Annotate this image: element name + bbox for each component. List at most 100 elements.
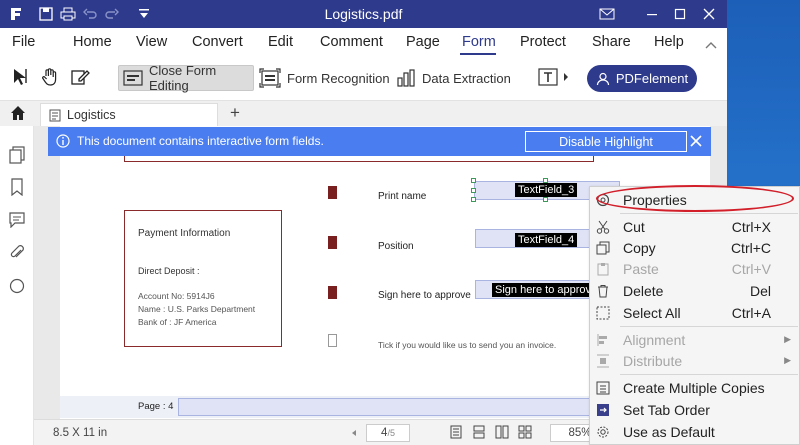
account-name: Name : U.S. Parks Department: [138, 304, 256, 314]
close-banner-icon[interactable]: [687, 132, 705, 150]
resize-handle[interactable]: [471, 197, 476, 202]
info-icon: [56, 134, 70, 148]
form-section-border: [124, 156, 594, 162]
edit-form-icon[interactable]: [68, 65, 92, 89]
menu-form[interactable]: Form: [462, 34, 496, 50]
text-field-icon[interactable]: [536, 65, 560, 89]
hand-tool-icon[interactable]: [38, 65, 62, 89]
attachment-icon[interactable]: [8, 244, 26, 262]
pages-thumbnail-icon[interactable]: [8, 146, 26, 164]
menu-edit[interactable]: Edit: [268, 34, 293, 50]
print-name-label: Print name: [378, 191, 427, 202]
resize-handle[interactable]: [543, 197, 548, 202]
menu-item-copy[interactable]: Copy Ctrl+C: [590, 237, 800, 258]
copies-icon: [595, 380, 611, 396]
menu-item-cut[interactable]: Cut Ctrl+X: [590, 216, 800, 237]
menu-item-distribute[interactable]: Distribute ▶: [590, 350, 800, 371]
menu-item-alignment[interactable]: Alignment ▶: [590, 329, 800, 350]
form-fields-banner: This document contains interactive form …: [48, 127, 711, 156]
close-form-editing-button[interactable]: Close Form Editing: [118, 63, 254, 93]
resize-handle[interactable]: [471, 178, 476, 183]
grid-view-icon[interactable]: [517, 424, 533, 440]
direct-deposit-label: Direct Deposit :: [138, 266, 200, 276]
page-number-label: Page : 4: [138, 401, 174, 412]
alignment-icon: [595, 332, 611, 348]
select-cursor-icon[interactable]: [8, 65, 32, 89]
submenu-arrow-icon: ▶: [784, 355, 791, 365]
minimize-icon[interactable]: [640, 3, 664, 25]
highlight-annotation-oval: [596, 185, 794, 212]
menu-home[interactable]: Home: [73, 34, 112, 50]
search-icon[interactable]: [8, 277, 26, 295]
menu-share[interactable]: Share: [592, 34, 631, 50]
two-page-view-icon[interactable]: [494, 424, 510, 440]
mail-icon[interactable]: [595, 3, 619, 25]
menu-comment[interactable]: Comment: [320, 34, 383, 50]
home-icon[interactable]: [10, 105, 26, 121]
scissors-icon: [595, 219, 611, 235]
data-extraction-icon: [396, 68, 416, 88]
more-tools-icon[interactable]: [561, 65, 571, 89]
resize-handle[interactable]: [471, 188, 476, 193]
trash-icon: [595, 283, 611, 299]
data-extraction-label: Data Extraction: [422, 70, 511, 86]
sign-approve-label: Sign here to approve: [378, 290, 471, 301]
footer-field[interactable]: [178, 398, 598, 416]
pdfelement-label: PDFelement: [615, 71, 689, 86]
single-page-view-icon[interactable]: [448, 424, 464, 440]
form-recognition-label: Form Recognition: [287, 70, 390, 86]
continuous-view-icon[interactable]: [471, 424, 487, 440]
paste-shortcut: Ctrl+V: [731, 260, 771, 277]
menu-convert[interactable]: Convert: [192, 34, 243, 50]
page-navigator: 4/5: [350, 424, 410, 442]
required-marker: [328, 236, 337, 249]
menu-item-use-as-default[interactable]: Use as Default: [590, 421, 800, 442]
menu-page[interactable]: Page: [406, 34, 440, 50]
maximize-icon[interactable]: [668, 3, 692, 25]
position-label: Position: [378, 241, 414, 252]
payment-heading: Payment Information: [138, 228, 231, 239]
previous-page-icon[interactable]: [350, 429, 358, 437]
gear-icon: [595, 424, 611, 440]
form-recognition-button[interactable]: Form Recognition: [259, 65, 390, 91]
required-marker: [328, 186, 337, 199]
current-page-input[interactable]: 4/5: [366, 424, 410, 442]
add-tab-button[interactable]: +: [230, 103, 240, 123]
required-marker: [328, 286, 337, 299]
menu-item-delete[interactable]: Delete Del: [590, 280, 800, 301]
menu-item-paste[interactable]: Paste Ctrl+V: [590, 258, 800, 279]
cut-shortcut: Ctrl+X: [731, 218, 771, 235]
cut-label: Cut: [623, 218, 645, 235]
disable-highlight-button[interactable]: Disable Highlight: [525, 131, 687, 152]
data-extraction-button[interactable]: Data Extraction: [396, 65, 511, 91]
textfield-4-tag: TextField_4: [515, 233, 578, 247]
menu-bar: File Home View Convert Edit Comment Page…: [0, 28, 727, 55]
use-default-label: Use as Default: [623, 423, 715, 440]
bank-name: Bank of : JF America: [138, 317, 217, 327]
menu-protect[interactable]: Protect: [520, 34, 566, 50]
banner-message: This document contains interactive form …: [77, 134, 324, 148]
menu-item-create-multiple-copies[interactable]: Create Multiple Copies: [590, 377, 800, 398]
form-recognition-icon: [259, 68, 281, 88]
tab-logistics[interactable]: Logistics: [40, 103, 218, 126]
close-icon[interactable]: [697, 3, 721, 25]
context-menu: Properties Cut Ctrl+X Copy Ctrl+C Paste …: [589, 186, 800, 445]
collapse-ribbon-icon[interactable]: [705, 37, 717, 53]
menu-view[interactable]: View: [136, 34, 167, 50]
document-icon: [49, 109, 61, 122]
invoice-checkbox[interactable]: [328, 334, 337, 347]
page-size: 8.5 X 11 in: [53, 427, 108, 439]
menu-separator: [620, 374, 798, 375]
comment-panel-icon[interactable]: [8, 211, 26, 229]
submenu-arrow-icon: ▶: [784, 334, 791, 344]
textfield-3-tag: TextField_3: [515, 183, 578, 197]
menu-item-select-all[interactable]: Select All Ctrl+A: [590, 302, 800, 323]
menu-file[interactable]: File: [12, 34, 35, 50]
resize-handle[interactable]: [543, 178, 548, 183]
pdfelement-button[interactable]: PDFelement: [587, 65, 697, 92]
menu-item-set-tab-order[interactable]: Set Tab Order: [590, 399, 800, 420]
copy-label: Copy: [623, 239, 656, 256]
menu-help[interactable]: Help: [654, 34, 684, 50]
copy-shortcut: Ctrl+C: [730, 239, 771, 256]
bookmark-icon[interactable]: [8, 178, 26, 196]
